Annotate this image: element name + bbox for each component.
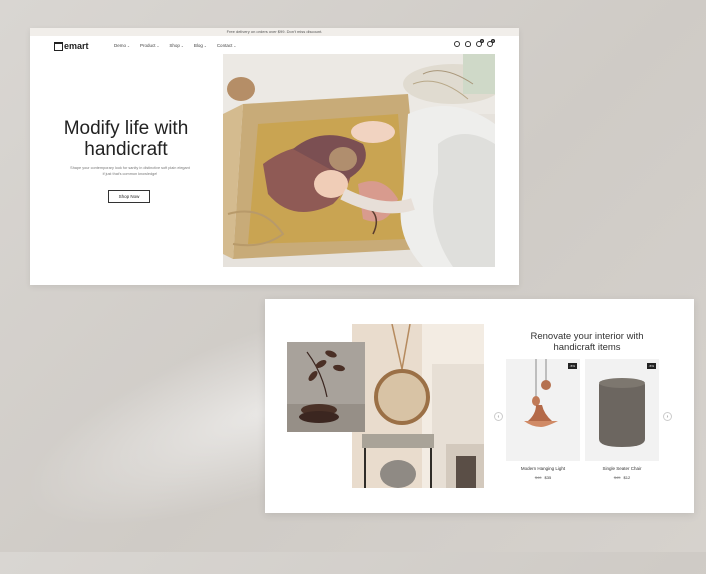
seater-stool-image: [599, 378, 645, 447]
wishlist-icon[interactable]: 0: [476, 39, 484, 47]
main-menu: Demo⌄ Product⌄ Shop⌄ Blog⌄ Contact⌄: [114, 43, 236, 48]
product-price: $45 $12: [585, 475, 659, 480]
nav-item-blog[interactable]: Blog⌄: [194, 43, 207, 48]
product-price: $46 $35: [506, 475, 580, 480]
cart-count-badge: 0: [491, 39, 495, 43]
nav-item-shop[interactable]: Shop⌄: [169, 43, 183, 48]
hero-image-handicraft: [223, 54, 495, 267]
product-name[interactable]: Modern Hanging Light: [506, 466, 580, 471]
nav-item-demo[interactable]: Demo⌄: [114, 43, 130, 48]
old-price: $46: [534, 475, 542, 480]
sale-badge: -5%: [646, 363, 656, 369]
cart-icon[interactable]: 0: [487, 39, 495, 47]
carousel-prev-button[interactable]: ‹: [494, 412, 503, 421]
chevron-down-icon: ⌄: [156, 44, 160, 48]
user-icon[interactable]: [465, 41, 471, 47]
nav-item-product[interactable]: Product⌄: [140, 43, 159, 48]
mirror-photo: [352, 323, 484, 488]
hero-title: Modify life with handicraft: [63, 118, 189, 160]
product-card-hanging-light[interactable]: -5%: [506, 359, 580, 461]
sale-badge: -5%: [567, 363, 577, 369]
homepage-preview: Free delivery on orders over $99. Don't …: [30, 28, 519, 285]
logo[interactable]: emart: [54, 41, 89, 52]
section-title: Renovate your interior with handicraft i…: [530, 331, 644, 353]
announcement-bar: Free delivery on orders over $99. Don't …: [30, 28, 519, 36]
bag-icon: [54, 42, 63, 52]
chevron-down-icon: ⌄: [180, 44, 184, 48]
search-icon[interactable]: [454, 41, 460, 47]
pendant-light-image: [524, 359, 558, 427]
sale-price: $12: [623, 475, 631, 480]
chevron-down-icon: ⌄: [127, 44, 130, 48]
mirror-room-image: [352, 323, 484, 488]
vase-decor-image: [287, 342, 365, 432]
vase-photo: [287, 342, 365, 432]
hero-subtitle: Shape your contemporary look for sanity …: [70, 166, 190, 176]
old-price: $45: [613, 475, 621, 480]
chevron-down-icon: ⌄: [203, 44, 207, 48]
header-icons: 0 0: [454, 39, 495, 47]
product-name[interactable]: Single Seater Chair: [585, 466, 659, 471]
product-card-seater-chair[interactable]: -5%: [585, 359, 659, 461]
shop-now-button[interactable]: Shop Now: [108, 190, 150, 203]
chevron-down-icon: ⌄: [233, 44, 237, 48]
sale-price: $35: [544, 475, 552, 480]
carousel-next-button[interactable]: ›: [663, 412, 672, 421]
logo-text: emart: [64, 41, 89, 51]
nav-item-contact[interactable]: Contact⌄: [217, 43, 236, 48]
handicraft-photo: [223, 54, 495, 267]
header-nav: emart Demo⌄ Product⌄ Shop⌄ Blog⌄ Contact…: [30, 36, 519, 56]
wishlist-count-badge: 0: [480, 39, 484, 43]
interior-section-preview: Renovate your interior with handicraft i…: [265, 299, 694, 513]
hero-text-panel: Modify life with handicraft Shape your c…: [30, 56, 222, 285]
